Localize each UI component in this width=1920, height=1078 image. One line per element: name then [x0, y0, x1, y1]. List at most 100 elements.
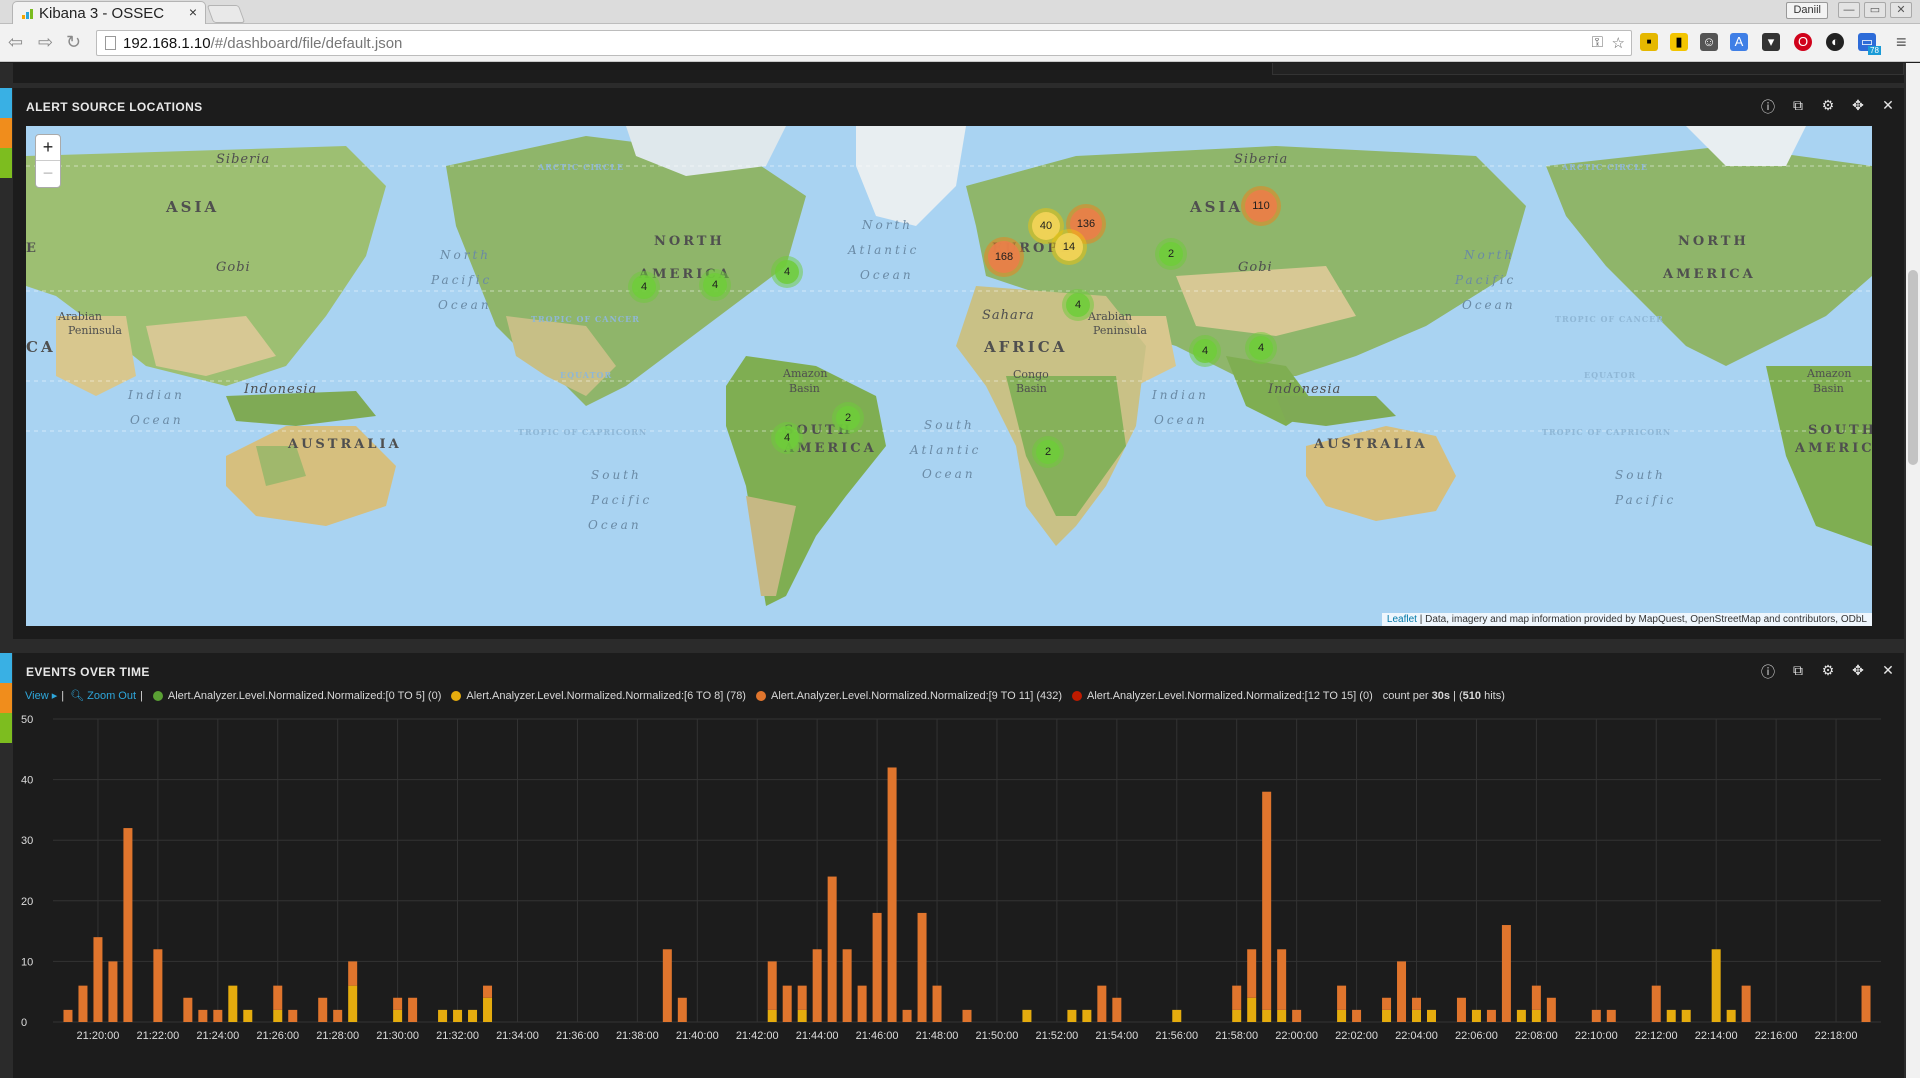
- world-map[interactable]: Siberia ASIA Gobi Arabian Peninsula Indi…: [26, 126, 1872, 626]
- bar-level-9-11: [348, 961, 358, 986]
- close-icon[interactable]: ✕: [1880, 662, 1896, 682]
- map-label: South: [591, 468, 642, 482]
- row-strip[interactable]: [0, 88, 12, 118]
- url-host: 192.168.1.10: [123, 35, 211, 52]
- info-icon[interactable]: ⓘ: [1760, 662, 1776, 682]
- row-strip[interactable]: [0, 653, 12, 683]
- bar-level-9-11: [63, 1009, 73, 1022]
- map-cluster[interactable]: 4: [1189, 335, 1221, 367]
- events-chart[interactable]: 0 10 20 30 40 50 21:20:00 21:22:00 21:24:00 21:26…: [13, 709, 1904, 1078]
- bar-level-6-8: [797, 1009, 807, 1022]
- map-cluster[interactable]: 168: [984, 237, 1024, 277]
- legend-dot: [755, 690, 766, 701]
- events-panel: EVENTS OVER TIME ⓘ ⧉ ⚙ ✥ ✕ View ▸ | 🔍︎ Z…: [13, 653, 1904, 1078]
- profile-badge[interactable]: Daniil: [1786, 2, 1828, 19]
- cluster-count: 4: [703, 273, 727, 297]
- leaflet-link[interactable]: Leaflet: [1387, 614, 1417, 625]
- bar-level-9-11: [273, 985, 283, 1010]
- panel-title: ALERT SOURCE LOCATIONS: [26, 100, 203, 114]
- address-bar[interactable]: 192.168.1.10/#/dashboard/file/default.js…: [96, 30, 1632, 56]
- bar-level-6-8: [1172, 1009, 1182, 1022]
- legend-dot: [1072, 690, 1083, 701]
- maximize-button[interactable]: ▭: [1864, 2, 1886, 18]
- count-prefix: count per: [1382, 689, 1432, 702]
- move-icon[interactable]: ✥: [1850, 662, 1866, 682]
- legend-label: Alert.Analyzer.Level.Normalized.Normaliz…: [466, 689, 746, 702]
- tab-close-icon[interactable]: ×: [189, 4, 197, 20]
- zoom-out-link[interactable]: 🔍︎ Zoom Out: [70, 689, 136, 702]
- map-label: Congo: [1013, 368, 1049, 381]
- cluster-count: 168: [988, 241, 1020, 273]
- page-scrollbar[interactable]: [1906, 63, 1920, 1078]
- map-cluster[interactable]: 2: [832, 402, 864, 434]
- imdb-extension-icon[interactable]: ■: [1640, 33, 1658, 51]
- map-cluster[interactable]: 2: [1032, 436, 1064, 468]
- map-cluster[interactable]: 4: [628, 271, 660, 303]
- key-icon[interactable]: ⚿: [1592, 34, 1603, 51]
- gear-icon[interactable]: ⚙: [1820, 662, 1836, 682]
- bar-level-9-11: [213, 1009, 223, 1022]
- close-window-button[interactable]: ✕: [1890, 2, 1912, 18]
- bar-level-6-8: [273, 1009, 283, 1022]
- map-cluster[interactable]: 4: [1245, 332, 1277, 364]
- row-strip[interactable]: [0, 713, 12, 743]
- menu-icon[interactable]: ≡: [1896, 32, 1907, 53]
- map-cluster[interactable]: 14: [1051, 229, 1087, 265]
- duplicate-icon[interactable]: ⧉: [1790, 662, 1806, 682]
- map-cluster[interactable]: 4: [1062, 289, 1094, 321]
- minimize-button[interactable]: —: [1838, 2, 1860, 18]
- x-tick-label: 21:22:00: [136, 1030, 179, 1042]
- map-label: Atlantic: [848, 243, 920, 257]
- forward-icon[interactable]: ⇨: [38, 32, 53, 53]
- zoom-in-button[interactable]: +: [36, 135, 60, 161]
- pocket-extension-icon[interactable]: ▾: [1762, 33, 1780, 51]
- browser-tab[interactable]: Kibana 3 - OSSEC ×: [12, 1, 206, 24]
- map-label: Basin: [1813, 382, 1844, 395]
- bar-level-6-8: [767, 1009, 777, 1022]
- map-label: ARCTIC CIRCLE: [538, 162, 624, 172]
- map-label: Indian: [128, 388, 185, 402]
- legend-item[interactable]: Alert.Analyzer.Level.Normalized.Normaliz…: [755, 690, 1062, 702]
- tag-extension-icon[interactable]: ▮: [1670, 33, 1688, 51]
- x-tick-label: 22:14:00: [1695, 1030, 1738, 1042]
- legend-item[interactable]: Alert.Analyzer.Level.Normalized.Normaliz…: [152, 690, 441, 702]
- info-icon[interactable]: ⓘ: [1760, 97, 1776, 117]
- map-label: North: [862, 218, 914, 232]
- view-menu-link[interactable]: View ▸: [25, 689, 57, 702]
- bar-level-9-11: [1232, 985, 1242, 1010]
- x-tick-label: 22:02:00: [1335, 1030, 1378, 1042]
- translate-extension-icon[interactable]: A: [1730, 33, 1748, 51]
- map-cluster[interactable]: 4: [771, 422, 803, 454]
- bar-level-6-8: [438, 1009, 448, 1022]
- scrollbar-thumb[interactable]: [1908, 270, 1918, 465]
- map-cluster[interactable]: 2: [1155, 238, 1187, 270]
- move-icon[interactable]: ✥: [1850, 97, 1866, 117]
- map-label: Ocean: [438, 298, 492, 312]
- map-label: Ocean: [860, 268, 914, 282]
- row-strip[interactable]: [0, 118, 12, 148]
- map-cluster[interactable]: 110: [1241, 186, 1281, 226]
- opera-extension-icon[interactable]: O: [1794, 33, 1812, 51]
- back-icon[interactable]: ⇦: [8, 32, 23, 53]
- reload-icon[interactable]: ↻: [66, 32, 81, 53]
- map-cluster[interactable]: 4: [771, 256, 803, 288]
- row-strip[interactable]: [0, 683, 12, 713]
- bar-level-9-11: [1591, 1009, 1601, 1022]
- cluster-count: 4: [632, 275, 656, 299]
- new-tab-button[interactable]: [206, 5, 246, 23]
- close-icon[interactable]: ✕: [1880, 97, 1896, 117]
- dark-reader-icon[interactable]: ◐: [1826, 33, 1844, 51]
- zoom-out-button[interactable]: −: [36, 161, 60, 187]
- legend-item[interactable]: Alert.Analyzer.Level.Normalized.Normaliz…: [451, 690, 746, 702]
- star-icon[interactable]: ☆: [1612, 34, 1625, 52]
- duplicate-icon[interactable]: ⧉: [1790, 97, 1806, 117]
- bar-level-9-11: [1546, 997, 1556, 1022]
- map-label: TROPIC OF CANCER: [531, 314, 640, 324]
- map-cluster[interactable]: 4: [699, 269, 731, 301]
- bar-level-9-11: [1861, 985, 1871, 1022]
- x-tick-label: 21:20:00: [77, 1030, 120, 1042]
- row-strip[interactable]: [0, 148, 12, 178]
- people-extension-icon[interactable]: ☺: [1700, 33, 1718, 51]
- gear-icon[interactable]: ⚙: [1820, 97, 1836, 117]
- legend-item[interactable]: Alert.Analyzer.Level.Normalized.Normaliz…: [1072, 690, 1373, 702]
